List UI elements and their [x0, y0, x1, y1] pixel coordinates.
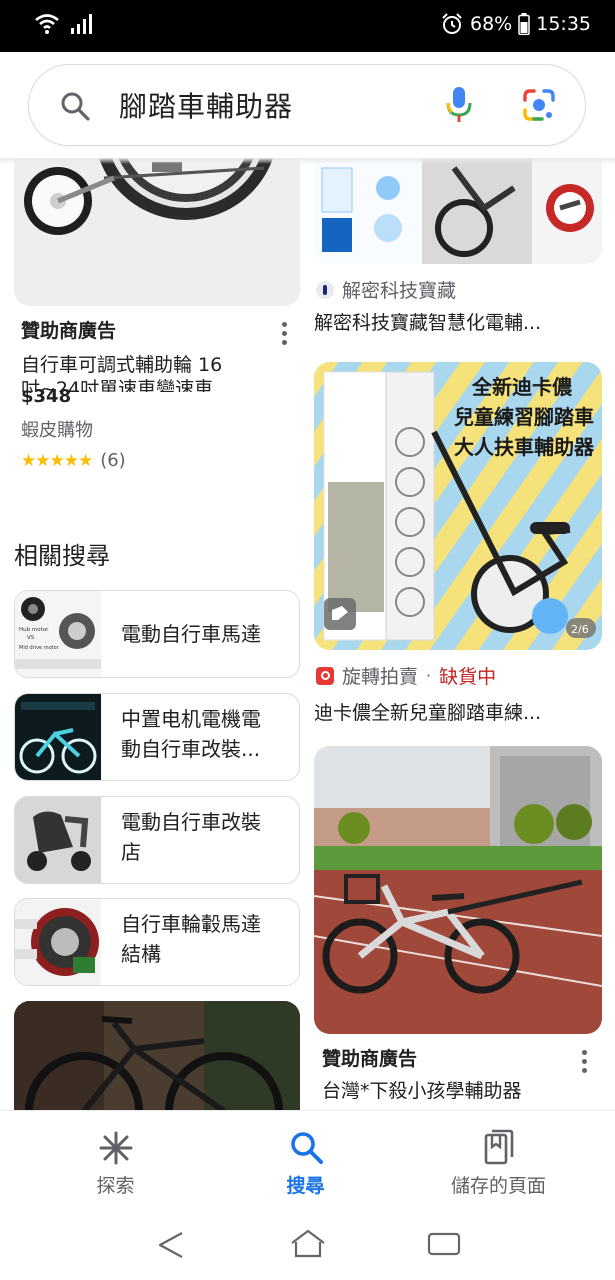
related-thumbnail	[15, 694, 101, 780]
related-search-text: 自行車輪轂馬達 結構	[121, 912, 261, 966]
saved-pages-icon	[484, 1129, 514, 1165]
results-grid: 贊助商廣告 自行車可調式輔助輪 16 吋~24吋單速車變速車 $348 蝦皮購物…	[0, 158, 615, 1110]
google-lens-icon[interactable]	[522, 88, 556, 122]
source-name: 解密科技寶藏	[342, 280, 457, 302]
nav-search[interactable]: 搜尋	[203, 1111, 408, 1211]
hub-motor-image: Hub motor VS Mid drive motor	[15, 597, 101, 669]
related-thumbnail: Hub motor VS Mid drive motor	[15, 591, 101, 677]
bottom-navigation: 探索 搜尋 儲存的頁面	[0, 1110, 615, 1210]
nav-discover[interactable]: 探索	[13, 1111, 218, 1211]
rating-count: (6)	[100, 450, 126, 471]
sponsored-label: 贊助商廣告	[21, 320, 117, 342]
more-options-icon[interactable]	[581, 1050, 587, 1073]
more-options-icon[interactable]	[281, 322, 287, 345]
nav-saved[interactable]: 儲存的頁面	[396, 1111, 601, 1211]
search-icon[interactable]	[59, 90, 91, 122]
system-navigation-bar	[0, 1210, 615, 1280]
source-row: 解密科技寶藏	[316, 276, 456, 303]
related-thumbnail	[15, 797, 101, 883]
stock-status: 缺貨中	[439, 666, 497, 688]
ebike-image	[19, 702, 97, 774]
rating: ★★★★★ (6)	[21, 450, 126, 471]
product-image[interactable]: 全新迪卡儂 兒童練習腳踏車 大人扶車輔助器 2/6	[314, 362, 602, 650]
alarm-icon	[442, 13, 462, 34]
back-icon[interactable]	[156, 1230, 186, 1260]
kid-bike-track-image	[314, 746, 602, 1034]
source-favicon-icon	[316, 280, 334, 299]
svg-text:全新迪卡儂: 全新迪卡儂	[471, 375, 573, 399]
source-name: 旋轉拍賣	[342, 666, 419, 688]
product-image[interactable]	[314, 746, 602, 1034]
battery-icon	[518, 13, 530, 35]
clock: 15:35	[536, 13, 591, 35]
star-rating-icon: ★★★★★	[21, 450, 93, 471]
source-row: 旋轉拍賣 · 缺貨中	[316, 662, 496, 689]
smart-trainer-infographic	[314, 158, 602, 264]
header-divider	[0, 158, 615, 164]
nav-label: 搜尋	[286, 1175, 325, 1197]
status-icons-left	[34, 12, 96, 36]
status-bar: 68% 15:35	[0, 0, 615, 52]
microphone-icon[interactable]	[444, 85, 474, 125]
city-bike-image	[14, 1001, 300, 1110]
discover-asterisk-icon	[99, 1131, 133, 1165]
search-query-text[interactable]: 腳踏車輔助器	[119, 85, 293, 125]
store-name: 蝦皮購物	[21, 420, 93, 441]
related-search-item[interactable]: 電動自行車改裝 店	[14, 796, 300, 884]
bicycle-result-image[interactable]	[14, 1001, 300, 1110]
search-header: 腳踏車輔助器	[0, 52, 615, 158]
nav-label: 儲存的頁面	[450, 1175, 546, 1197]
related-search-item[interactable]: Hub motor VS Mid drive motor 電動自行車馬達	[14, 590, 300, 678]
hub-motor-structure-image	[15, 908, 99, 976]
svg-text:Mid drive motor: Mid drive motor	[19, 645, 60, 651]
result-title[interactable]: 迪卡儂全新兒童腳踏車練...	[314, 698, 602, 725]
home-icon[interactable]	[290, 1228, 326, 1260]
product-title-line1[interactable]: 自行車可調式輔助輪 16	[21, 350, 291, 377]
recent-apps-icon[interactable]	[427, 1230, 461, 1258]
product-image[interactable]	[14, 158, 300, 306]
related-search-text: 中置电机電機電 動自行車改裝...	[121, 707, 261, 761]
search-bar[interactable]: 腳踏車輔助器	[28, 64, 586, 146]
related-search-text: 電動自行車改裝 店	[121, 810, 261, 864]
related-search-item[interactable]: 中置电机電機電 動自行車改裝...	[14, 693, 300, 781]
svg-text:2/6: 2/6	[571, 623, 589, 636]
bicycle-wheel-image	[24, 158, 273, 235]
related-thumbnail	[15, 899, 101, 985]
separator: ·	[426, 666, 432, 685]
svg-text:兒童練習腳踏車: 兒童練習腳踏車	[454, 405, 594, 429]
sponsored-label: 贊助商廣告	[322, 1048, 418, 1070]
infographic-image[interactable]	[314, 158, 602, 264]
related-search-item[interactable]: 自行車輪轂馬達 結構	[14, 898, 300, 986]
svg-text:大人扶車輔助器: 大人扶車輔助器	[454, 435, 595, 459]
wifi-icon	[35, 14, 59, 34]
battery-percent: 68%	[470, 13, 513, 35]
search-icon	[291, 1132, 323, 1164]
kids-bike-helper-image: 全新迪卡儂 兒童練習腳踏車 大人扶車輔助器 2/6	[314, 362, 602, 650]
result-title[interactable]: 解密科技寶藏智慧化電輔...	[314, 308, 602, 335]
related-search-text: 電動自行車馬達	[121, 622, 261, 646]
product-price: $348	[21, 386, 72, 407]
scooter-image	[15, 797, 101, 883]
nav-label: 探索	[96, 1175, 135, 1197]
svg-text:Hub motor: Hub motor	[19, 627, 49, 633]
svg-text:VS: VS	[27, 635, 35, 641]
source-favicon-icon	[316, 666, 334, 685]
related-searches-heading: 相關搜尋	[14, 542, 110, 570]
status-icons-right: 68% 15:35	[440, 12, 591, 36]
result-title[interactable]: 台灣*下殺小孩學輔助器	[322, 1076, 602, 1103]
signal-icon	[71, 14, 92, 34]
